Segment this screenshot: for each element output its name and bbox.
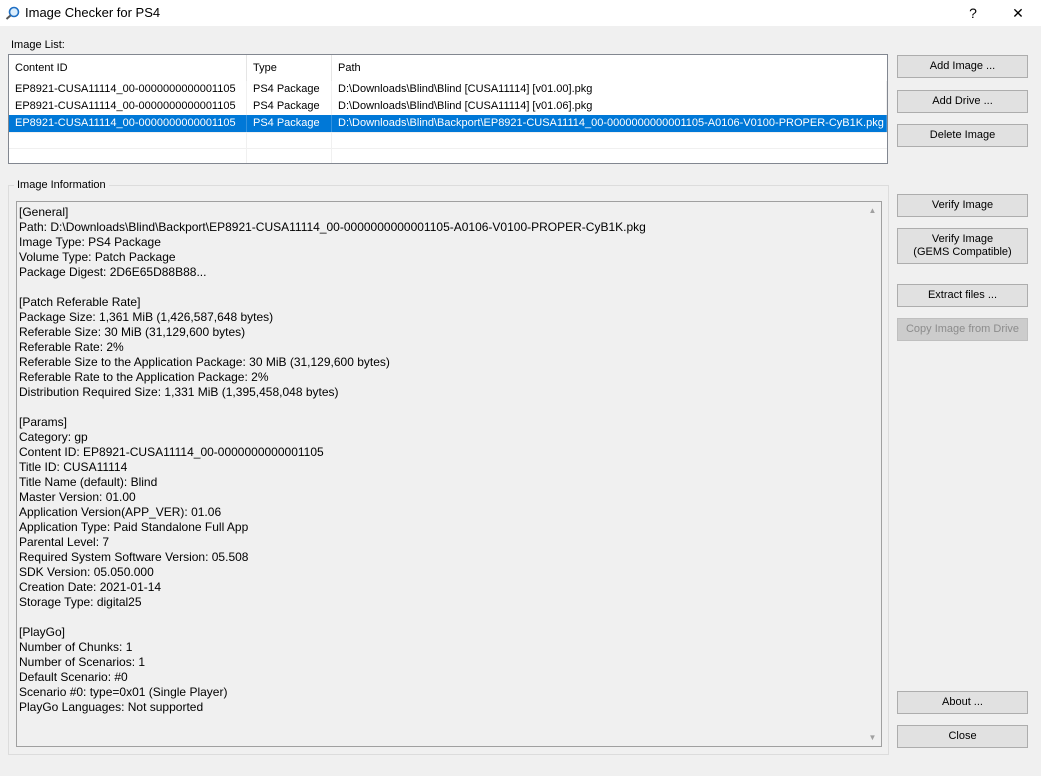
cell-type: PS4 Package <box>247 81 332 98</box>
image-information-textbox[interactable]: [General] Path: D:\Downloads\Blind\Backp… <box>16 201 882 747</box>
image-information-label: Image Information <box>14 179 109 191</box>
cell-path: D:\Downloads\Blind\Blind [CUSA11114] [v0… <box>332 98 887 115</box>
image-list-label: Image List: <box>11 39 65 51</box>
about-button[interactable]: About ... <box>897 691 1028 714</box>
cell-content-id: EP8921-CUSA11114_00-0000000000001105 <box>9 115 247 132</box>
vertical-scrollbar[interactable]: ▲ ▼ <box>864 202 881 746</box>
add-image-button[interactable]: Add Image ... <box>897 55 1028 78</box>
verify-image-button[interactable]: Verify Image <box>897 194 1028 217</box>
extract-files-button[interactable]: Extract files ... <box>897 284 1028 307</box>
title-bar: Image Checker for PS4 ? ✕ <box>0 0 1041 26</box>
verify-gems-label-line2: (GEMS Compatible) <box>913 246 1012 258</box>
scroll-up-icon[interactable]: ▲ <box>864 202 881 219</box>
verify-image-gems-button[interactable]: Verify Image (GEMS Compatible) <box>897 228 1028 264</box>
table-row-selected[interactable]: EP8921-CUSA11114_00-0000000000001105 PS4… <box>9 115 887 132</box>
empty-cell <box>247 149 332 163</box>
help-button[interactable]: ? <box>950 0 996 26</box>
add-drive-button[interactable]: Add Drive ... <box>897 90 1028 113</box>
empty-row <box>9 148 887 163</box>
column-header-path[interactable]: Path <box>332 55 887 81</box>
column-header-type[interactable]: Type <box>247 55 332 81</box>
scroll-down-icon[interactable]: ▼ <box>864 729 881 746</box>
window-title: Image Checker for PS4 <box>25 5 161 20</box>
verify-gems-label-line1: Verify Image <box>931 233 994 245</box>
magnifier-app-icon <box>5 6 20 20</box>
empty-cell <box>9 149 247 163</box>
image-list-view[interactable]: Content ID Type Path EP8921-CUSA11114_00… <box>8 54 888 164</box>
delete-image-button[interactable]: Delete Image <box>897 124 1028 147</box>
cell-type: PS4 Package <box>247 98 332 115</box>
list-header: Content ID Type Path <box>9 55 887 81</box>
table-row[interactable]: EP8921-CUSA11114_00-0000000000001105 PS4… <box>9 98 887 115</box>
close-window-button[interactable]: ✕ <box>995 0 1041 26</box>
close-button[interactable]: Close <box>897 725 1028 748</box>
cell-content-id: EP8921-CUSA11114_00-0000000000001105 <box>9 81 247 98</box>
cell-path: D:\Downloads\Blind\Backport\EP8921-CUSA1… <box>332 115 887 132</box>
image-information-text: [General] Path: D:\Downloads\Blind\Backp… <box>19 205 646 714</box>
cell-path: D:\Downloads\Blind\Blind [CUSA11114] [v0… <box>332 81 887 98</box>
copy-image-from-drive-button[interactable]: Copy Image from Drive <box>897 318 1028 341</box>
column-header-content-id[interactable]: Content ID <box>9 55 247 81</box>
cell-content-id: EP8921-CUSA11114_00-0000000000001105 <box>9 98 247 115</box>
cell-type: PS4 Package <box>247 115 332 132</box>
table-row[interactable]: EP8921-CUSA11114_00-0000000000001105 PS4… <box>9 81 887 98</box>
